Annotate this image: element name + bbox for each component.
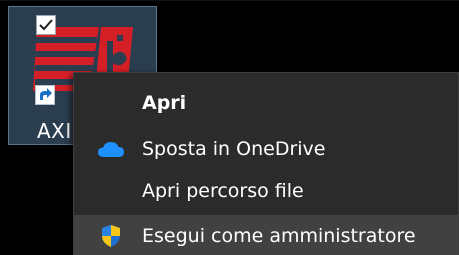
menu-item-label: Sposta in OneDrive (142, 138, 326, 160)
menu-item-label: Esegui come amministratore (142, 225, 416, 247)
menu-item-sposta-onedrive[interactable]: Sposta in OneDrive (74, 128, 458, 170)
menu-item-label: Apri (142, 92, 187, 114)
selection-checkbox[interactable] (36, 15, 56, 35)
uac-shield-icon (96, 225, 126, 247)
context-menu: Apri Sposta in OneDrive Apri percorso fi… (73, 72, 459, 255)
desktop: AXI Apri Sposta in OneDrive Apri percors… (0, 0, 459, 255)
menu-item-apri[interactable]: Apri (74, 82, 458, 124)
onedrive-cloud-icon (96, 138, 126, 160)
menu-item-apri-percorso-file[interactable]: Apri percorso file (74, 170, 458, 212)
shortcut-arrow-icon (35, 85, 55, 105)
desktop-icon-label: AXI (37, 119, 72, 143)
menu-item-label: Apri percorso file (142, 180, 304, 202)
checkmark-icon (39, 19, 53, 31)
menu-item-esegui-come-amministratore[interactable]: Esegui come amministratore (74, 215, 458, 255)
